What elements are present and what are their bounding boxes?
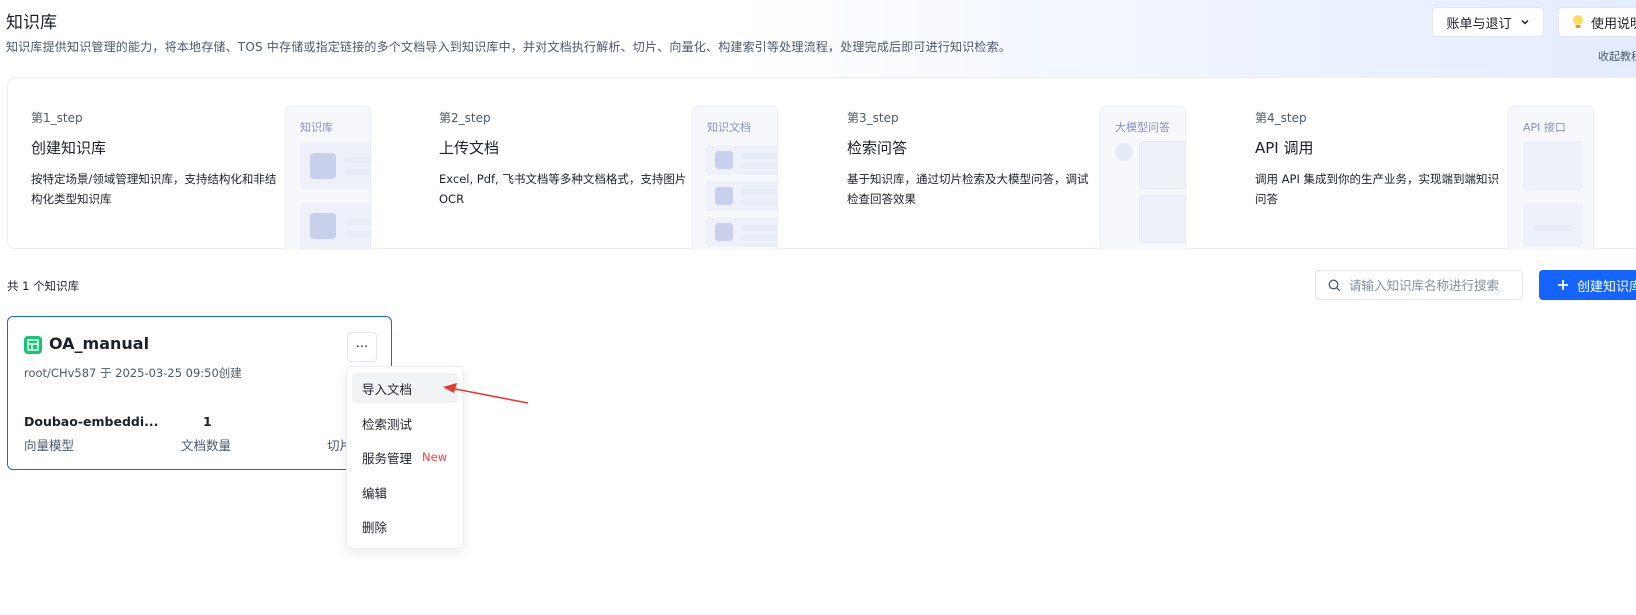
guide-button-label: 使用说明 [1591,16,1636,32]
create-button-label: 创建知识库 [1577,279,1636,295]
knowledge-base-count: 共 1 个知识库 [7,279,80,293]
step-title: 上传文档 [439,139,500,157]
menu-item-retrieval-test[interactable]: 检索测试 [352,408,458,438]
collapse-tutorial-link[interactable]: 收起教程 [1598,48,1636,64]
document-count-label: 文档数量 [181,438,232,453]
step-number: 第4_step [1255,111,1307,125]
bar-chart-icon [1533,151,1563,181]
document-count-value: 1 [203,414,212,429]
embedding-model-value: Doubao-embeddi... [24,414,159,429]
illustration-label: API 接口 [1523,121,1566,134]
step-number: 第1_step [31,111,83,125]
avatar-placeholder-icon [1115,143,1133,161]
step-title: API 调用 [1255,139,1314,157]
step-description: 基于知识库，通过切片检索及大模型问答，调试检查回答效果 [847,172,1089,206]
steps-card: 第1_step 创建知识库 按特定场景/领域管理知识库，支持结构化和非结构化类型… [7,77,1636,250]
search-input[interactable] [1347,276,1521,294]
more-actions-button[interactable]: ··· [347,332,377,362]
feishu-doc-icon [715,223,733,241]
illustration-label: 大模型问答 [1115,121,1170,134]
menu-item-label: 编辑 [362,485,388,501]
illustration-label: 知识库 [300,121,333,134]
document-icon [310,153,336,179]
billing-button[interactable]: 账单与退订 [1432,7,1544,37]
menu-item-label: 检索测试 [362,416,413,432]
pdf-file-icon [715,187,733,205]
table-icon [310,213,336,239]
step-title: 创建知识库 [31,139,107,157]
menu-item-label: 服务管理 [362,450,413,466]
step-4-illustration: API 接口 [1508,106,1594,250]
lightbulb-icon [1573,15,1583,28]
step-description: Excel, Pdf, 飞书文档等多种文档格式，支持图片 OCR [439,172,687,206]
step-description: 按特定场景/领域管理知识库，支持结构化和非结构化类型知识库 [31,172,277,206]
structured-table-icon [24,336,42,354]
page-description: 知识库提供知识管理的能力，将本地存储、TOS 中存储或指定链接的多个文档导入到知… [6,40,1012,54]
create-knowledge-base-button[interactable]: 创建知识库 [1539,270,1636,300]
step-title: 检索问答 [847,139,908,157]
step-1-illustration: 知识库 [285,106,371,250]
menu-item-label: 导入文档 [362,381,413,397]
menu-item-label: 删除 [362,519,388,535]
step-3-illustration: 大模型问答 [1100,106,1186,250]
knowledge-base-name[interactable]: OA_manual [49,334,149,353]
excel-file-icon [715,151,733,169]
step-number: 第3_step [847,111,899,125]
knowledge-base-meta: root/CHv587 于 2025-03-25 09:50创建 [24,366,242,380]
annotation-arrow-icon [443,383,529,404]
search-box[interactable] [1315,270,1523,300]
new-badge: New [422,450,448,464]
step-number: 第2_step [439,111,491,125]
embedding-model-label: 向量模型 [24,438,75,453]
chevron-down-icon [1520,19,1529,25]
step-description: 调用 API 集成到你的生产业务，实现端到端知识问答 [1255,172,1500,206]
plus-icon [1558,280,1568,290]
billing-button-label: 账单与退订 [1446,16,1512,32]
menu-item-edit[interactable]: 编辑 [352,477,458,507]
search-icon [1328,279,1341,291]
knowledge-base-card[interactable]: OA_manual root/CHv587 于 2025-03-25 09:50… [7,316,392,470]
guide-button[interactable]: 使用说明 [1558,7,1636,37]
page-title: 知识库 [6,13,57,33]
menu-item-service-management[interactable]: 服务管理 New [352,442,458,472]
menu-item-delete[interactable]: 删除 [352,511,458,541]
illustration-label: 知识文档 [707,121,751,134]
step-2-illustration: 知识文档 [692,106,778,250]
